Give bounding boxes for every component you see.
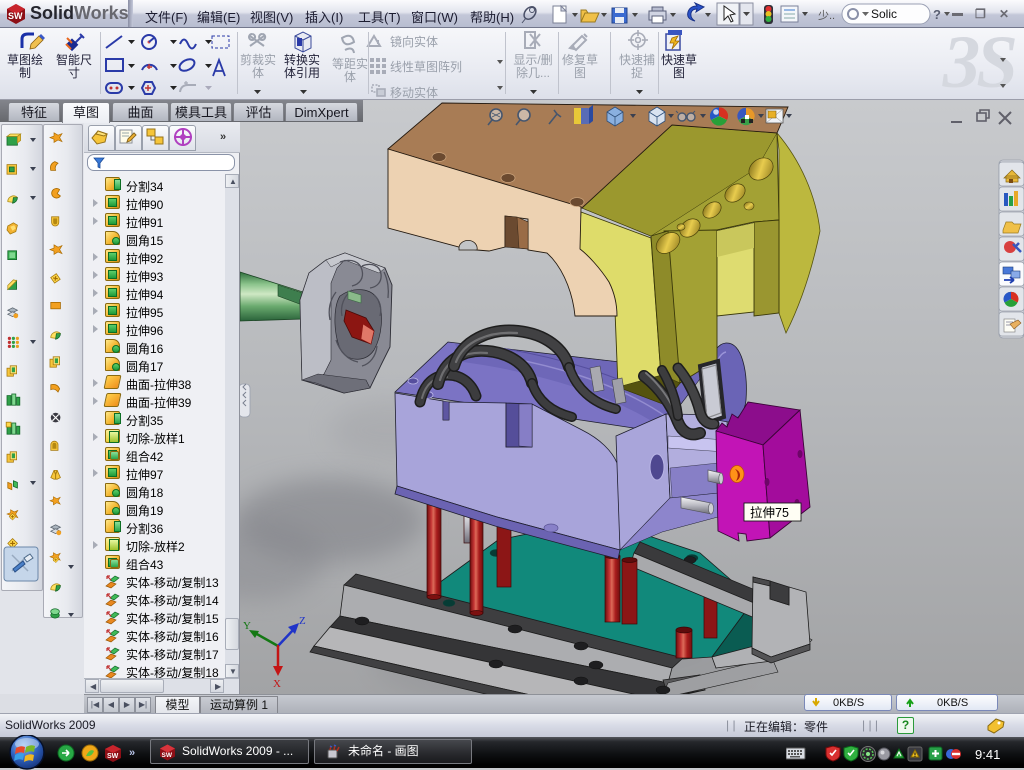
svg-text:?: ?: [933, 7, 941, 22]
svg-text:拉伸75: 拉伸75: [750, 505, 789, 520]
svg-text:SW: SW: [8, 11, 23, 21]
svg-text:9:41: 9:41: [975, 747, 1000, 762]
svg-text:»: »: [129, 747, 135, 759]
svg-text:Solic: Solic: [871, 7, 897, 21]
svg-text:Z: Z: [299, 615, 306, 627]
svg-text:SW: SW: [107, 753, 119, 760]
svg-text:SW: SW: [162, 752, 173, 759]
svg-text:X: X: [273, 678, 281, 690]
svg-text:少..: 少..: [818, 9, 835, 22]
svg-text:Y: Y: [243, 620, 251, 632]
